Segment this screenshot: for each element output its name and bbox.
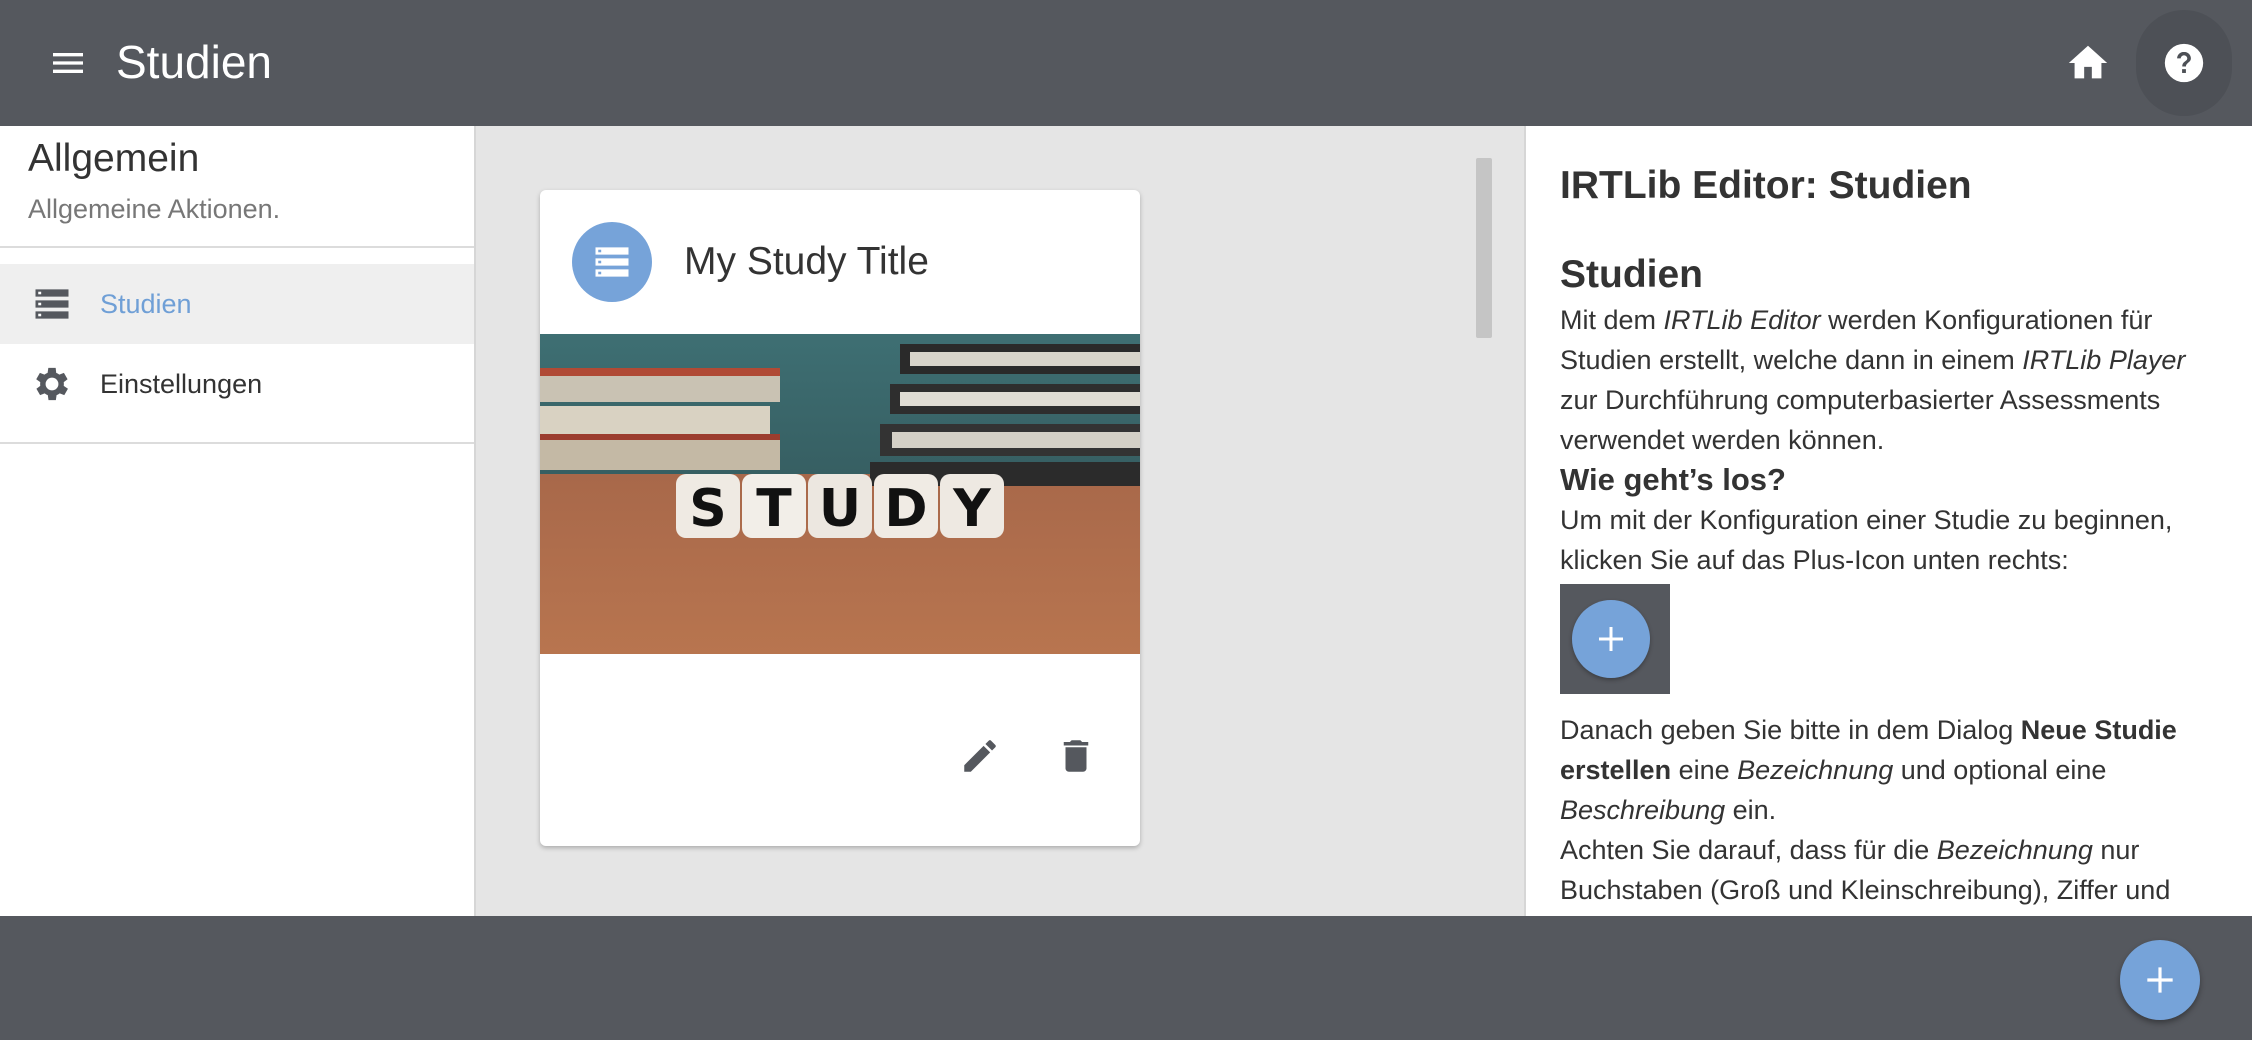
study-title: My Study Title <box>684 240 929 283</box>
add-study-button[interactable] <box>2120 940 2200 1020</box>
help-paragraph-3: Danach geben Sie bitte in dem Dialog Neu… <box>1560 715 2177 825</box>
sidebar-divider <box>0 442 474 444</box>
help-subheading: Wie geht’s los? <box>1560 462 1786 497</box>
home-button[interactable] <box>2058 33 2118 93</box>
help-button[interactable] <box>2136 10 2232 116</box>
list-icon <box>30 282 74 326</box>
sidebar-section-title: Allgemein <box>28 137 200 180</box>
dice-letter: T <box>756 479 792 539</box>
sidebar-item-studien[interactable]: Studien <box>0 264 474 344</box>
help-paragraph-4: Achten Sie darauf, dass für die Bezeichn… <box>1560 835 2171 905</box>
study-avatar <box>572 222 652 302</box>
dice-letter: U <box>819 479 861 539</box>
study-card[interactable]: My Study Title S T U D Y <box>540 190 1140 846</box>
scrollbar[interactable] <box>1476 158 1492 338</box>
menu-button[interactable] <box>38 33 98 93</box>
dice-letter: Y <box>952 479 992 539</box>
plus-icon <box>2147 967 2173 993</box>
sidebar-divider <box>0 246 474 248</box>
edit-button[interactable] <box>950 726 1010 786</box>
study-list-icon <box>595 247 629 277</box>
app-bar: Studien <box>0 0 2252 126</box>
dice-letter: S <box>689 479 726 539</box>
help-paragraph-1: Mit dem IRTLib Editor werden Konfigurati… <box>1560 305 2186 455</box>
home-icon <box>2068 45 2108 79</box>
study-image: S T U D Y <box>540 334 1140 654</box>
plus-icon-example <box>1560 584 1670 694</box>
help-icon <box>2164 43 2204 83</box>
sidebar: Allgemein Allgemeine Aktionen. Studien E… <box>0 126 476 916</box>
main-content: My Study Title S T U D Y <box>476 126 1524 916</box>
sidebar-section-subtitle: Allgemeine Aktionen. <box>28 194 281 224</box>
help-panel: IRTLib Editor: Studien Studien Mit dem I… <box>1524 126 2252 916</box>
help-title: IRTLib Editor: Studien <box>1560 164 1972 207</box>
pencil-icon <box>964 740 996 772</box>
sidebar-item-label: Einstellungen <box>100 369 263 399</box>
plus-icon <box>1572 600 1650 678</box>
sidebar-item-einstellungen[interactable]: Einstellungen <box>0 344 474 424</box>
help-paragraph-2: Um mit der Konfiguration einer Studie zu… <box>1560 505 2173 575</box>
dice-letter: D <box>884 479 927 539</box>
page-title: Studien <box>116 36 273 88</box>
sidebar-item-label: Studien <box>100 289 192 319</box>
menu-icon <box>53 53 83 73</box>
help-heading: Studien <box>1560 253 1703 296</box>
trash-icon <box>1063 740 1089 772</box>
gear-icon <box>30 362 74 406</box>
delete-button[interactable] <box>1046 726 1106 786</box>
bottom-bar <box>0 916 2252 1040</box>
